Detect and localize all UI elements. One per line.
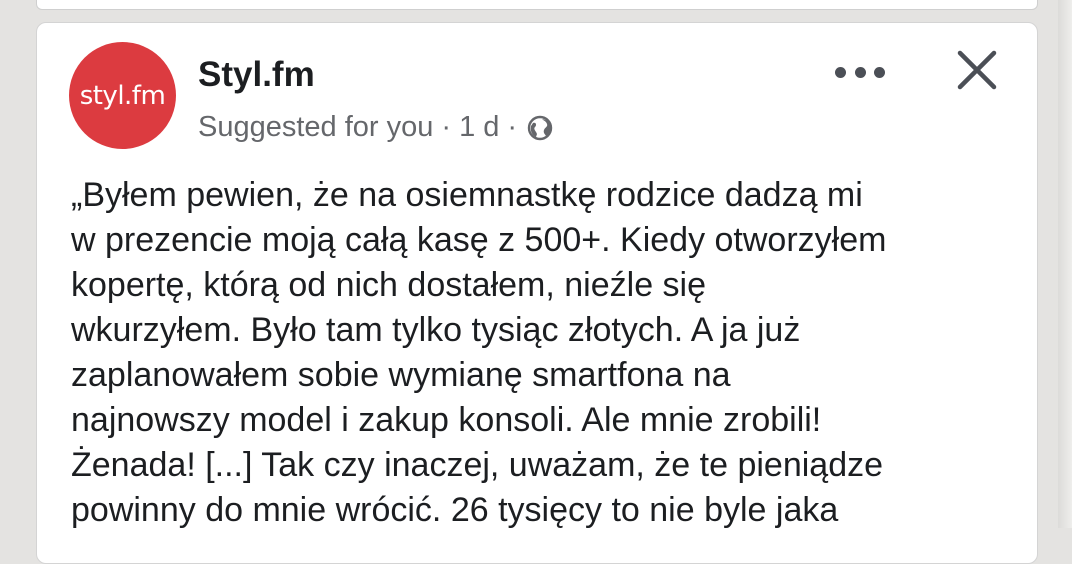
globe-icon [527, 115, 553, 140]
post-text-line: kopertę, którą od nich dostałem, nieźle … [71, 266, 707, 304]
page-avatar[interactable]: styl.fm [69, 42, 176, 149]
more-options-icon [854, 66, 866, 78]
avatar-logo-text: styl.fm [79, 80, 166, 111]
page-name-link[interactable]: Styl.fm [198, 55, 315, 95]
post-text-line: Żenada! [...] Tak czy inaczej, uważam, ż… [71, 446, 884, 484]
post-text-line: zaplanowałem sobie wymianę smartfona na [71, 356, 731, 394]
post-text: „Byłem pewien, że na osiemnastkę rodzice… [71, 173, 1021, 533]
close-icon[interactable] [954, 47, 1000, 93]
post-card: styl.fm Styl.fm Suggested for you · 1 d … [36, 22, 1038, 564]
previous-post-card [36, 0, 1038, 10]
meta-separator: · [507, 111, 518, 143]
more-options-icon [835, 66, 846, 78]
post-text-line: w prezencie moją całą kasę z 500+. Kiedy… [71, 221, 887, 259]
post-text-line: wkurzyłem. Było tam tylko tysiąc złotych… [71, 311, 801, 349]
screen-edge [1058, 0, 1072, 528]
post-timestamp[interactable]: 1 d [459, 111, 499, 144]
post-text-line: „Byłem pewien, że na osiemnastkę rodzice… [71, 176, 863, 214]
post-text-line: najnowszy model i zakup konsoli. Ale mni… [71, 401, 822, 439]
meta-separator: · [441, 111, 452, 143]
suggested-label: Suggested for you [198, 111, 434, 143]
post-text-line: powinny do mnie wrócić. 26 tysięcy to ni… [71, 491, 839, 529]
post-meta: Suggested for you · 1 d · [198, 111, 553, 144]
more-options-icon [874, 66, 885, 78]
more-options-button[interactable] [835, 57, 885, 87]
